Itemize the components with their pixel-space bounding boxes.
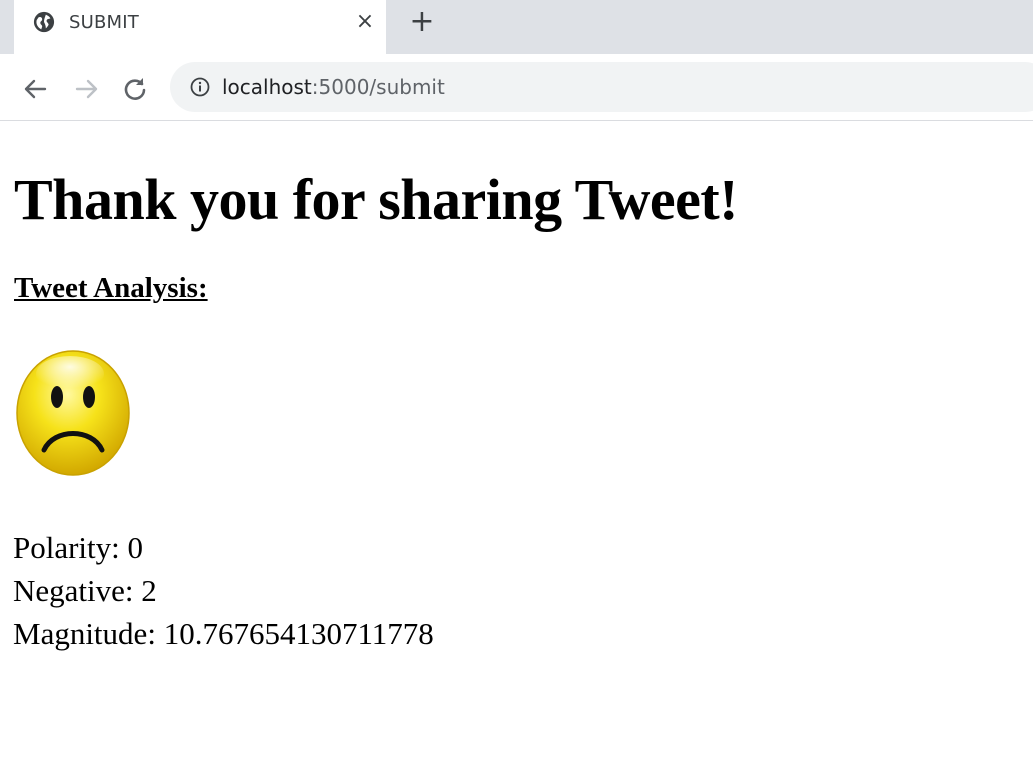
metric-label: Polarity: [13, 530, 112, 565]
reload-icon[interactable]: [120, 74, 150, 104]
url-host: localhost: [222, 75, 312, 99]
sad-face-icon: [16, 350, 130, 476]
magnitude-metric: Magnitude: 10.767654130711778: [13, 616, 434, 651]
metric-value: 10.767654130711778: [163, 616, 434, 651]
address-bar[interactable]: localhost:5000/submit: [170, 62, 1033, 112]
metric-label: Negative: [13, 573, 125, 608]
arrow-left-icon[interactable]: [20, 74, 50, 104]
page-content: Thank you for sharing Tweet! Tweet Analy…: [0, 122, 1033, 767]
analysis-heading: Tweet Analysis:: [14, 272, 208, 304]
tab-strip: SUBMIT × +: [0, 0, 1033, 54]
globe-icon: [33, 11, 55, 33]
page-title: Thank you for sharing Tweet!: [14, 167, 739, 232]
metric-value: 0: [127, 530, 144, 565]
tab-title: SUBMIT: [69, 12, 139, 33]
negative-metric: Negative: 2: [13, 573, 157, 608]
arrow-right-icon[interactable]: [72, 74, 102, 104]
browser-toolbar: localhost:5000/submit: [0, 54, 1033, 121]
polarity-metric: Polarity: 0: [13, 530, 144, 565]
url-text[interactable]: localhost:5000/submit: [222, 75, 445, 99]
metric-label: Magnitude: [13, 616, 148, 651]
info-icon[interactable]: [190, 77, 210, 97]
plus-icon[interactable]: +: [408, 7, 436, 37]
url-path: :5000/submit: [311, 75, 445, 99]
metrics-list: Polarity: 0 Negative: 2 Magnitude: 10.76…: [13, 526, 434, 655]
tab-submit[interactable]: SUBMIT ×: [14, 0, 386, 54]
metric-value: 2: [141, 573, 157, 608]
close-icon[interactable]: ×: [353, 10, 377, 34]
